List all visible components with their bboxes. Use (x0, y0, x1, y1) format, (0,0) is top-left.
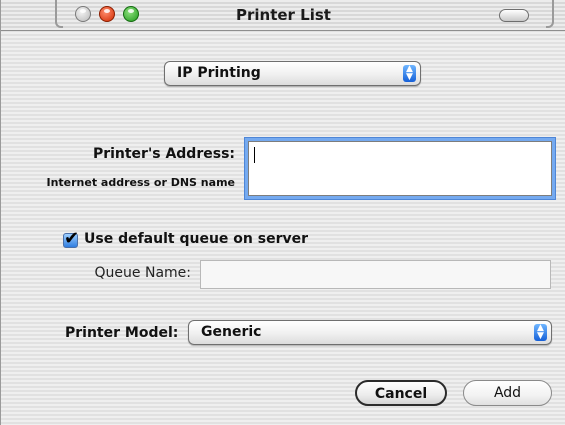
queue-name-input (200, 260, 551, 289)
title-bar-left-edge (55, 0, 63, 28)
title-bar-right-edge (546, 0, 554, 28)
window-title: Printer List (236, 6, 331, 24)
add-button[interactable]: Add (463, 380, 552, 406)
title-bar[interactable]: Printer List (1, 0, 565, 31)
connection-type-popup[interactable]: IP Printing ▲ ▼ (164, 61, 421, 86)
printer-model-popup[interactable]: Generic ▲ ▼ (188, 320, 552, 345)
printer-model-value: Generic (201, 324, 262, 340)
popup-arrows-icon: ▲ ▼ (534, 324, 547, 341)
cancel-button[interactable]: Cancel (355, 380, 447, 406)
close-button[interactable] (75, 6, 91, 22)
toolbar-toggle-button[interactable] (499, 9, 529, 22)
connection-type-value: IP Printing (177, 65, 261, 81)
popup-arrows-icon: ▲ ▼ (403, 65, 416, 82)
printer-address-label: Printer's Address: (92, 146, 235, 162)
zoom-button[interactable] (123, 6, 139, 22)
checkmark-icon: ✔ (64, 228, 80, 249)
queue-name-label: Queue Name: (94, 265, 191, 281)
printer-address-input[interactable] (248, 141, 552, 196)
printer-address-hint: Internet address or DNS name (46, 176, 235, 189)
use-default-queue-checkbox[interactable]: ✔ (63, 228, 79, 249)
minimize-button[interactable] (99, 6, 115, 22)
printer-list-window: Printer List IP Printing ▲ ▼ Printer's Ad… (0, 0, 565, 425)
text-caret (254, 147, 255, 163)
use-default-queue-label[interactable]: Use default queue on server (84, 231, 308, 247)
printer-model-label: Printer Model: (65, 325, 179, 341)
